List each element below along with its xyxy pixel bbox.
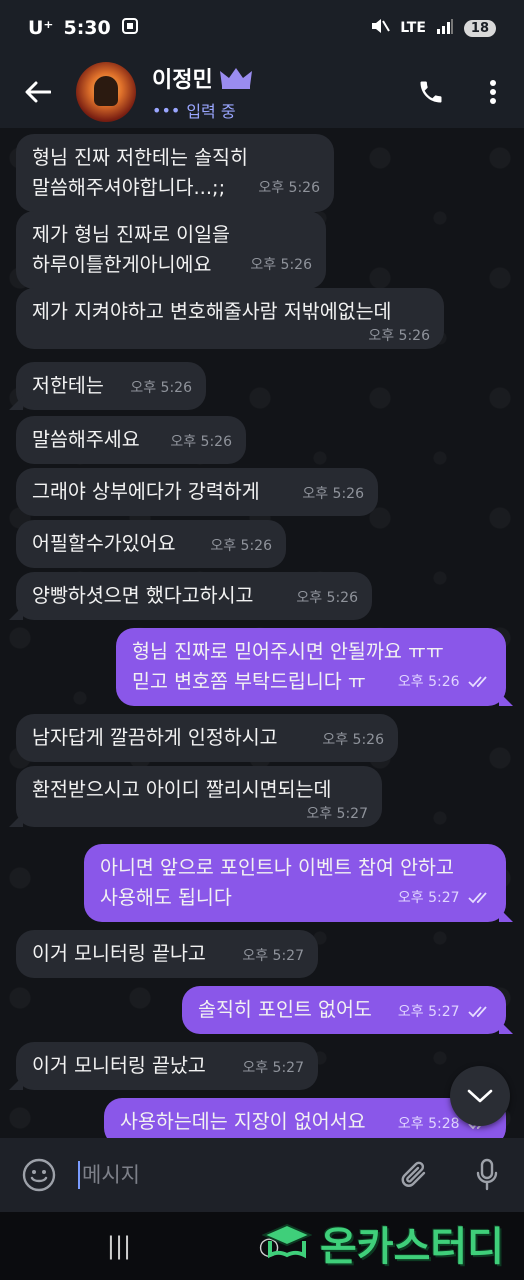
signal-icon (436, 18, 454, 38)
message-text: 말씀해주세요 (32, 428, 140, 451)
carrier-label: U⁺ (28, 17, 54, 39)
message-text: 믿고 변호쫌 부탁드립니다 ㅠ (132, 670, 366, 693)
network-label: LTE (400, 20, 426, 36)
message-text: 환전받으시고 아이디 짤리시면되는데 (32, 778, 332, 801)
message-text: 어필할수가있어요 (32, 532, 176, 555)
message-text: 남자답게 깔끔하게 인정하시고 (32, 726, 278, 749)
book-logo-icon (262, 1223, 312, 1259)
message-time: 오후 5:27 (242, 1060, 304, 1076)
message-text: 사용하는데는 지장이 없어서요 (120, 1110, 366, 1133)
recent-apps-button[interactable]: ||| (64, 1212, 174, 1280)
status-bar: U⁺ 5:30 LTE 18 (0, 0, 524, 56)
message-time: 오후 5:27 (397, 1004, 460, 1020)
voice-button[interactable] (450, 1138, 524, 1212)
message-time: 오후 5:26 (296, 590, 358, 606)
back-button[interactable] (0, 56, 76, 128)
message-text: 이거 모니터링 끝났고 (32, 1054, 206, 1077)
double-check-icon (468, 1006, 487, 1018)
message-bubble[interactable]: 저한테는 오후 5:26 (16, 362, 206, 410)
message-text: 양빵하셧으면 했다고하시고 (32, 584, 254, 607)
text-caret (78, 1161, 80, 1189)
attach-icon (401, 1161, 426, 1187)
message-bubble[interactable]: 제가 형님 진짜로 이일을 하루이틀한게아니에요 오후 5:26 (16, 211, 326, 289)
message-text: 하루이틀한게아니에요 (32, 253, 212, 276)
contact-name: 이정민 (152, 68, 213, 93)
mute-icon (370, 17, 391, 39)
message-time: 오후 5:26 (302, 486, 364, 502)
mic-icon (476, 1158, 498, 1191)
message-time: 오후 5:27 (242, 948, 304, 964)
message-text: 제가 형님 진짜로 이일을 (32, 223, 230, 246)
message-text: 사용해도 됩니다 (100, 886, 232, 909)
message-bubble[interactable]: 이거 모니터링 끝났고 오후 5:27 (16, 1042, 318, 1090)
message-text: 저한테는 (32, 374, 104, 397)
typing-dots-icon: ••• (152, 100, 181, 120)
message-text: 제가 지켜야하고 변호해줄사람 저밖에없는데 (32, 300, 392, 323)
screenshot-icon (121, 17, 139, 40)
message-bubble-outgoing[interactable]: 사용하는데는 지장이 없어서요 오후 5:28 (104, 1098, 506, 1138)
message-time: 오후 5:26 (170, 434, 232, 450)
watermark: 온카스터디 (262, 1214, 504, 1272)
message-bubble[interactable]: 말씀해주세요 오후 5:26 (16, 416, 246, 464)
message-text: 말씀해주셔야합니다...;; (32, 176, 226, 199)
message-bubble[interactable]: 이거 모니터링 끝나고 오후 5:27 (16, 930, 318, 978)
message-input[interactable] (82, 1163, 380, 1187)
message-bubble[interactable]: 어필할수가있어요 오후 5:26 (16, 520, 286, 568)
message-text: 아니면 앞으로 포인트나 이벤트 참여 안하고 (100, 856, 454, 879)
more-vert-icon (490, 80, 496, 104)
scroll-down-button[interactable] (450, 1066, 510, 1126)
chat-header: 이정민 ••• 입력 중 (0, 56, 524, 128)
message-bubble-outgoing[interactable]: 형님 진짜로 믿어주시면 안될까요 ㅠㅠ 믿고 변호쫌 부탁드립니다 ㅠ 오후 … (116, 628, 506, 706)
message-text: 그래야 상부에다가 강력하게 (32, 480, 260, 503)
call-button[interactable] (400, 56, 462, 128)
message-text: 형님 진짜 저한테는 솔직히 (32, 146, 248, 169)
message-bubble[interactable]: 남자답게 깔끔하게 인정하시고 오후 5:26 (16, 714, 398, 762)
message-time: 오후 5:26 (368, 328, 430, 344)
message-time: 오후 5:26 (258, 180, 320, 196)
recent-apps-icon: ||| (106, 1232, 132, 1260)
message-bubble[interactable]: 제가 지켜야하고 변호해줄사람 저밖에없는데 오후 5:26 (16, 288, 444, 349)
phone-icon (420, 81, 442, 103)
message-time: 오후 5:26 (250, 257, 312, 273)
message-text: 형님 진짜로 믿어주시면 안될까요 ㅠㅠ (132, 640, 444, 663)
message-bubble[interactable]: 형님 진짜 저한테는 솔직히 말씀해주셔야합니다...;; 오후 5:26 (16, 134, 334, 212)
attach-button[interactable] (380, 1138, 450, 1212)
message-bubble[interactable]: 양빵하셧으면 했다고하시고 오후 5:26 (16, 572, 372, 620)
clock: 5:30 (63, 17, 111, 39)
message-bubble-outgoing[interactable]: 솔직히 포인트 없어도 오후 5:27 (182, 986, 506, 1034)
double-check-icon (468, 892, 487, 904)
emoji-button[interactable] (0, 1138, 78, 1212)
crown-icon (219, 68, 252, 89)
back-arrow-icon (25, 81, 51, 103)
battery-indicator: 18 (463, 19, 496, 37)
chevron-down-icon (467, 1089, 493, 1103)
message-text: 이거 모니터링 끝나고 (32, 942, 206, 965)
message-time: 오후 5:26 (397, 674, 460, 690)
watermark-text: 온카스터디 (320, 1224, 504, 1270)
message-text: 솔직히 포인트 없어도 (198, 998, 372, 1021)
typing-status: 입력 중 (186, 102, 236, 121)
double-check-icon (468, 676, 487, 688)
message-time: 오후 5:27 (306, 806, 368, 822)
message-time: 오후 5:27 (397, 890, 460, 906)
message-time: 오후 5:26 (130, 380, 192, 396)
emoji-icon (22, 1158, 56, 1192)
message-bubble[interactable]: 환전받으시고 아이디 짤리시면되는데 오후 5:27 (16, 766, 382, 827)
message-time: 오후 5:26 (322, 732, 384, 748)
message-time: 오후 5:26 (210, 538, 272, 554)
message-bubble[interactable]: 그래야 상부에다가 강력하게 오후 5:26 (16, 468, 378, 516)
more-options-button[interactable] (462, 56, 524, 128)
message-input-bar (0, 1138, 524, 1212)
message-bubble-outgoing[interactable]: 아니면 앞으로 포인트나 이벤트 참여 안하고 사용해도 됩니다 오후 5:27 (84, 844, 506, 922)
chat-area[interactable]: 형님 진짜 저한테는 솔직히 말씀해주셔야합니다...;; 오후 5:26 제가… (0, 128, 524, 1138)
avatar[interactable] (76, 62, 136, 122)
message-time: 오후 5:28 (397, 1116, 460, 1132)
